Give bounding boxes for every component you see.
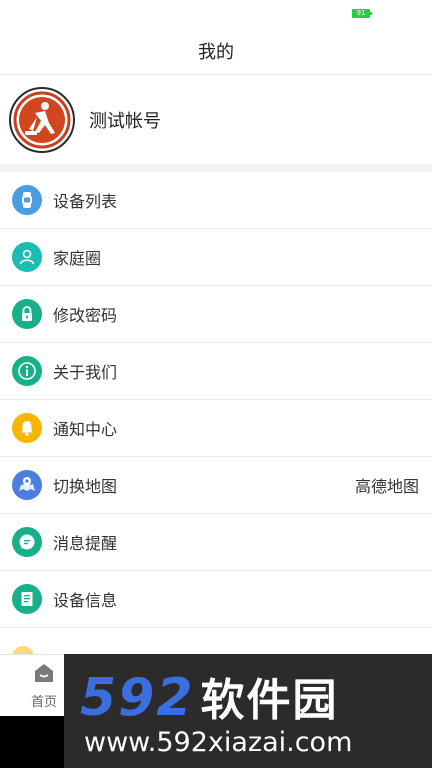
watermark-logo: 592 软件园 — [80, 670, 339, 729]
menu-item-message-reminder[interactable]: 消息提醒 — [0, 514, 432, 571]
menu-item-change-password[interactable]: 修改密码 — [0, 286, 432, 343]
menu-label: 切换地图 — [53, 477, 118, 496]
menu-label: 修改密码 — [53, 306, 118, 325]
watermark-overlay: 592 软件园 www.592xiazai.com — [64, 654, 432, 768]
nav-home-label: 首页 — [30, 695, 57, 710]
profile-section[interactable]: 测试帐号 — [0, 75, 432, 164]
avatar[interactable] — [9, 86, 75, 153]
status-bar: 91 — [0, 0, 432, 28]
bell-icon — [12, 413, 42, 443]
map-provider-value: 高德地图 — [354, 477, 419, 496]
chat-icon — [12, 527, 42, 557]
settings-menu: 设备列表 家庭圈 修改密码 关于我们 通知中心 切换地图 高德地图 消息提醒 设… — [0, 172, 432, 676]
watermark-logo-number: 592 — [80, 668, 195, 728]
info-icon — [12, 356, 42, 386]
lock-icon — [12, 299, 42, 329]
document-icon — [12, 584, 42, 614]
menu-label: 消息提醒 — [53, 534, 118, 553]
worker-icon — [13, 90, 71, 149]
home-icon — [35, 664, 53, 682]
menu-label: 家庭圈 — [53, 249, 102, 268]
menu-label: 通知中心 — [53, 420, 118, 439]
section-divider — [0, 164, 432, 172]
watermark-url: www.592xiazai.com — [84, 727, 353, 758]
page-title: 我的 — [198, 42, 234, 63]
menu-label: 设备信息 — [53, 591, 118, 610]
menu-label: 关于我们 — [53, 363, 118, 382]
profile-name: 测试帐号 — [89, 110, 161, 132]
menu-item-family-circle[interactable]: 家庭圈 — [0, 229, 432, 286]
watermark-logo-text: 软件园 — [200, 675, 339, 726]
user-icon — [12, 242, 42, 272]
menu-item-notification-center[interactable]: 通知中心 — [0, 400, 432, 457]
menu-item-switch-map[interactable]: 切换地图 高德地图 — [0, 457, 432, 514]
battery-indicator: 91 — [352, 9, 372, 18]
watch-icon — [12, 185, 42, 215]
menu-item-device-list[interactable]: 设备列表 — [0, 172, 432, 229]
menu-label: 设备列表 — [53, 192, 118, 211]
menu-item-device-info[interactable]: 设备信息 — [0, 571, 432, 628]
map-icon — [12, 470, 42, 500]
title-bar: 我的 — [0, 28, 432, 75]
nav-home-tab[interactable]: 首页 — [22, 661, 66, 715]
menu-item-about-us[interactable]: 关于我们 — [0, 343, 432, 400]
